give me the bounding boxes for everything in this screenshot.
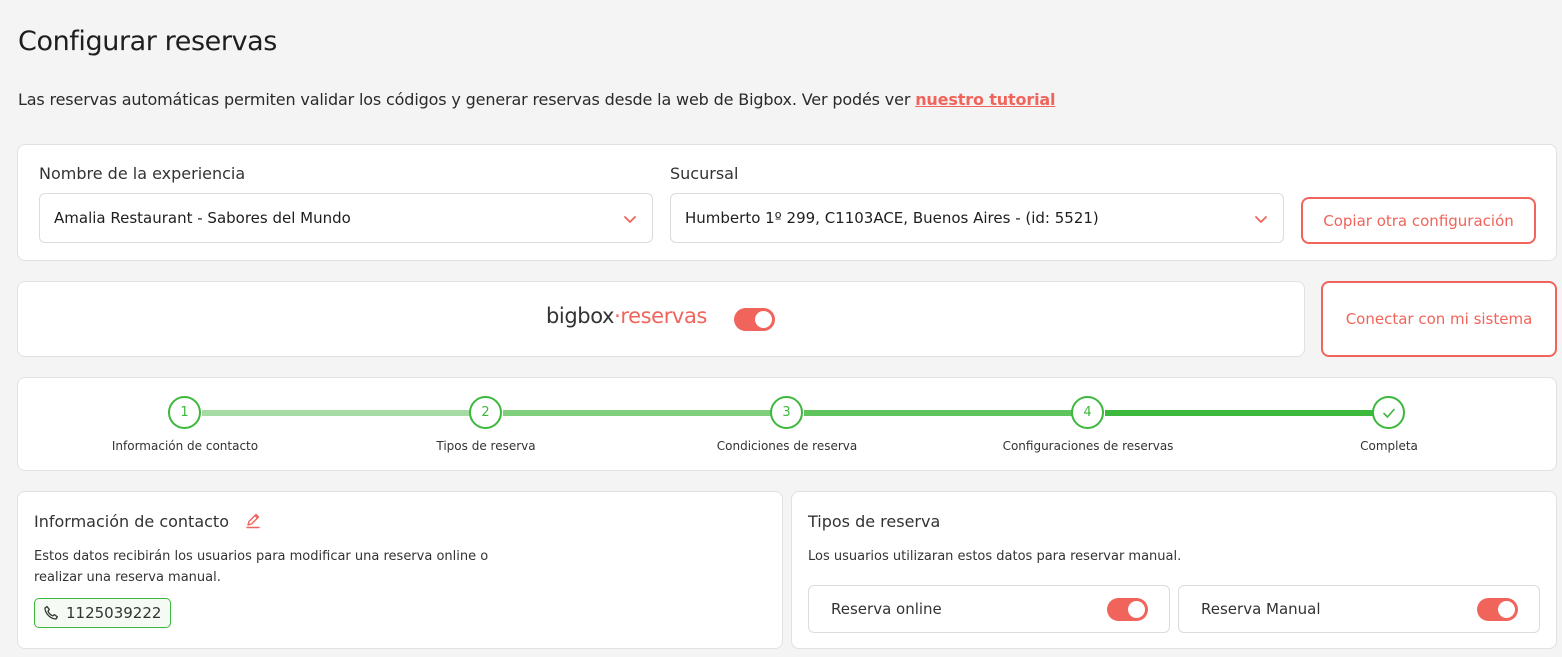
reservas-toggle[interactable] [734,308,775,331]
step-1-circle[interactable]: 1 [168,396,201,429]
bigbox-reservas-logo: bigbox·reservas [546,304,707,328]
step-complete-circle[interactable] [1372,396,1405,429]
reservation-types-title: Tipos de reserva [808,512,941,531]
pencil-icon[interactable] [244,512,262,530]
experience-select[interactable]: Amalia Restaurant - Sabores del Mundo [39,193,653,243]
chevron-down-icon [1255,216,1267,223]
step-3-label: Condiciones de reserva [716,439,858,453]
branch-select[interactable]: Humberto 1º 299, C1103ACE, Buenos Aires … [670,193,1284,243]
reservation-types-description: Los usuarios utilizaran estos datos para… [808,549,1182,564]
step-4-circle[interactable]: 4 [1071,396,1104,429]
intro-text-body: Las reservas automáticas permiten valida… [18,90,916,109]
step-2-circle[interactable]: 2 [469,396,502,429]
experience-select-value: Amalia Restaurant - Sabores del Mundo [54,209,351,227]
intro-text: Las reservas automáticas permiten valida… [18,90,1056,109]
phone-number: 1125039222 [66,604,162,622]
contact-info-description: Estos datos recibirán los usuarios para … [34,549,489,585]
manual-reservation-option: Reserva Manual [1178,585,1540,633]
phone-icon [44,605,59,620]
manual-reservation-toggle[interactable] [1477,598,1518,621]
phone-chip[interactable]: 1125039222 [34,598,172,628]
tutorial-link[interactable]: nuestro tutorial [915,90,1055,109]
bigbox-reservas-card: bigbox·reservas [17,281,1305,357]
toggle-knob [1128,601,1145,618]
toggle-knob [1498,601,1515,618]
experience-selector-card: Nombre de la experiencia Amalia Restaura… [17,144,1557,261]
step-1-label: Información de contacto [111,439,259,453]
step-connector-3 [804,410,1089,416]
online-reservation-option: Reserva online [808,585,1170,633]
step-4-label: Configuraciones de reservas [1002,439,1174,453]
reservation-types-card: Tipos de reserva Los usuarios utilizaran… [791,491,1557,649]
chevron-down-icon [624,216,636,223]
step-connector-1 [202,410,487,416]
branch-select-value: Humberto 1º 299, C1103ACE, Buenos Aires … [685,209,1099,227]
page-title: Configurar reservas [18,26,277,57]
check-icon [1382,408,1395,418]
manual-reservation-label: Reserva Manual [1201,600,1321,618]
step-complete-label: Completa [1360,439,1418,453]
connect-system-button[interactable]: Conectar con mi sistema [1321,281,1557,357]
toggle-knob [755,311,772,328]
progress-stepper: 1 2 3 4 Información de contacto Tipos de… [17,377,1557,471]
experience-label: Nombre de la experiencia [39,164,246,183]
contact-info-card: Información de contacto Estos datos reci… [17,491,783,649]
step-connector-2 [503,410,788,416]
online-reservation-toggle[interactable] [1107,598,1148,621]
online-reservation-label: Reserva online [831,600,942,618]
step-3-circle[interactable]: 3 [770,396,803,429]
step-2-label: Tipos de reserva [436,439,536,453]
step-connector-4 [1105,410,1390,416]
copy-configuration-button[interactable]: Copiar otra configuración [1301,197,1536,244]
branch-label: Sucursal [670,164,739,183]
contact-info-title: Información de contacto [34,512,262,531]
